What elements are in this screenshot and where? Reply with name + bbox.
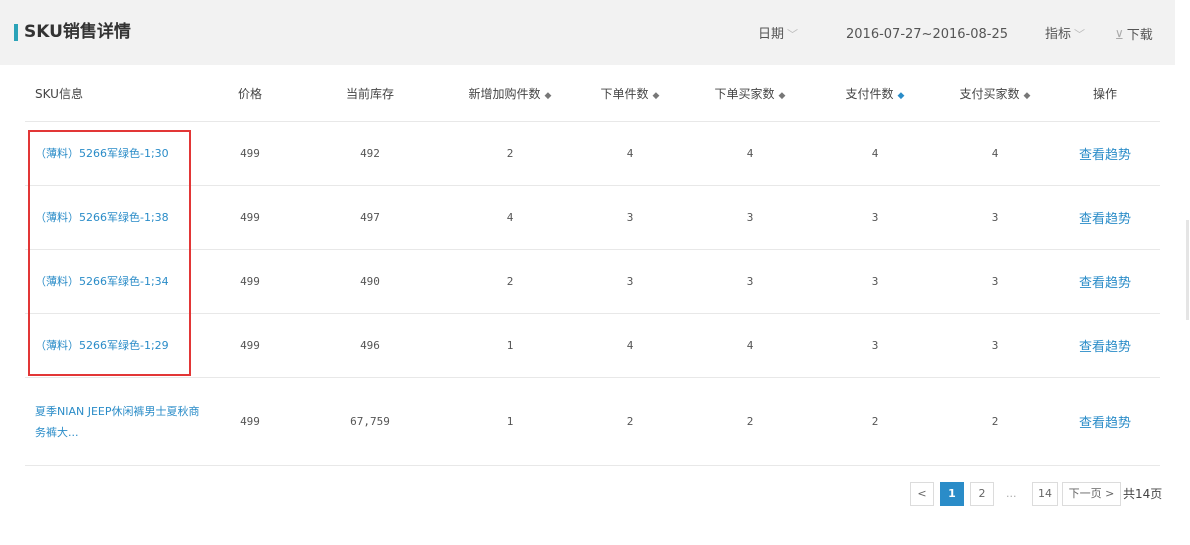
stock-cell: 67,759 xyxy=(290,377,450,466)
download-icon: ⊻ xyxy=(1115,28,1124,42)
order-items-cell: 4 xyxy=(570,313,690,378)
chevron-down-icon: ﹀ xyxy=(1074,28,1086,41)
paid-items-cell: 2 xyxy=(810,377,940,466)
paid-buyers-cell: 3 xyxy=(940,313,1050,378)
table-row: 夏季NIAN JEEP休闲裤男士夏秋商务裤大... 499 67,759 1 2… xyxy=(25,377,1160,466)
sort-active-icon[interactable]: ◆ xyxy=(898,91,905,101)
paid-items-cell: 3 xyxy=(810,313,940,378)
panel-header: SKU销售详情 日期 ﹀ 2016-07-27~2016-08-25 指标 ﹀ ⊻ 下… xyxy=(0,0,1175,65)
col-header-price: 价格 xyxy=(210,65,290,122)
page-2-button[interactable]: 2 xyxy=(970,482,994,506)
sort-icon[interactable]: ◆ xyxy=(1024,91,1031,101)
cart-adds-cell: 4 xyxy=(450,185,570,250)
paid-buyers-cell: 4 xyxy=(940,121,1050,186)
col-header-cart-adds[interactable]: 新增加购件数 ◆ xyxy=(450,65,570,122)
view-trend-link[interactable]: 查看趋势 xyxy=(1079,212,1131,227)
panel-title: SKU销售详情 xyxy=(24,22,131,42)
next-page-button[interactable]: 下一页 > xyxy=(1062,482,1121,506)
sku-table: SKU信息 价格 当前库存 新增加购件数 ◆ 下单件数 ◆ 下单买家数 ◆ 支付件数 ◆… xyxy=(25,65,1160,466)
page-ellipsis: ... xyxy=(1006,487,1017,500)
price-cell: 499 xyxy=(210,121,290,186)
view-trend-link[interactable]: 查看趋势 xyxy=(1079,416,1131,431)
indicator-dropdown[interactable]: 指标 ﹀ xyxy=(1045,25,1085,45)
table-row: （薄料）5266军绿色-1;38 499 497 4 3 3 3 3 查看趋势 xyxy=(25,185,1160,250)
order-items-cell: 3 xyxy=(570,249,690,314)
stock-cell: 492 xyxy=(290,121,450,186)
page-1-button[interactable]: 1 xyxy=(940,482,964,506)
sort-icon[interactable]: ◆ xyxy=(653,91,660,101)
order-items-cell: 3 xyxy=(570,185,690,250)
paid-buyers-cell: 3 xyxy=(940,249,1050,314)
cart-adds-cell: 2 xyxy=(450,121,570,186)
scrollbar[interactable] xyxy=(1175,0,1190,545)
col-header-action: 操作 xyxy=(1050,65,1160,122)
col-header-stock: 当前库存 xyxy=(290,65,450,122)
sort-icon[interactable]: ◆ xyxy=(779,91,786,101)
order-buyers-cell: 4 xyxy=(690,313,810,378)
col-header-order-buyers[interactable]: 下单买家数 ◆ xyxy=(690,65,810,122)
price-cell: 499 xyxy=(210,377,290,466)
table-row: （薄料）5266军绿色-1;34 499 490 2 3 3 3 3 查看趋势 xyxy=(25,249,1160,314)
price-cell: 499 xyxy=(210,185,290,250)
cart-adds-cell: 1 xyxy=(450,377,570,466)
paid-items-cell: 4 xyxy=(810,121,940,186)
paid-items-cell: 3 xyxy=(810,249,940,314)
paid-buyers-cell: 2 xyxy=(940,377,1050,466)
col-header-paid-buyers[interactable]: 支付买家数 ◆ xyxy=(940,65,1050,122)
download-label: 下载 xyxy=(1126,28,1153,43)
table-row: （薄料）5266军绿色-1;29 499 496 1 4 4 3 3 查看趋势 xyxy=(25,313,1160,378)
indicator-label: 指标 xyxy=(1045,27,1072,42)
view-trend-link[interactable]: 查看趋势 xyxy=(1079,148,1131,163)
stock-cell: 490 xyxy=(290,249,450,314)
cart-adds-cell: 1 xyxy=(450,313,570,378)
page-14-button[interactable]: 14 xyxy=(1032,482,1058,506)
sku-link[interactable]: 夏季NIAN JEEP休闲裤男士夏秋商务裤大... xyxy=(35,401,210,443)
page-total: 共14页 xyxy=(1123,487,1163,501)
view-trend-link[interactable]: 查看趋势 xyxy=(1079,340,1131,355)
date-range-display: 2016-07-27~2016-08-25 xyxy=(846,27,1008,42)
col-header-order-items[interactable]: 下单件数 ◆ xyxy=(570,65,690,122)
prev-page-button[interactable]: < xyxy=(910,482,934,506)
pagination: < 1 2 ... 14 下一页 > 共14页 xyxy=(0,482,1175,506)
order-buyers-cell: 2 xyxy=(690,377,810,466)
date-label: 日期 xyxy=(758,27,785,42)
view-trend-link[interactable]: 查看趋势 xyxy=(1079,276,1131,291)
price-cell: 499 xyxy=(210,313,290,378)
order-buyers-cell: 4 xyxy=(690,121,810,186)
price-cell: 499 xyxy=(210,249,290,314)
title-accent-bar xyxy=(14,24,18,41)
table-header-row: SKU信息 价格 当前库存 新增加购件数 ◆ 下单件数 ◆ 下单买家数 ◆ 支付件数 ◆… xyxy=(25,65,1160,122)
download-button[interactable]: ⊻ 下载 xyxy=(1115,25,1153,46)
highlight-annotation-box xyxy=(28,130,191,376)
stock-cell: 497 xyxy=(290,185,450,250)
date-dropdown[interactable]: 日期 ﹀ xyxy=(758,25,798,45)
order-buyers-cell: 3 xyxy=(690,185,810,250)
table-row: （薄料）5266军绿色-1;30 499 492 2 4 4 4 4 查看趋势 xyxy=(25,121,1160,186)
chevron-down-icon: ﹀ xyxy=(787,28,799,41)
col-header-sku: SKU信息 xyxy=(25,65,210,122)
order-buyers-cell: 3 xyxy=(690,249,810,314)
cart-adds-cell: 2 xyxy=(450,249,570,314)
sort-icon[interactable]: ◆ xyxy=(545,91,552,101)
stock-cell: 496 xyxy=(290,313,450,378)
paid-items-cell: 3 xyxy=(810,185,940,250)
scrollbar-thumb[interactable] xyxy=(1186,220,1189,320)
order-items-cell: 2 xyxy=(570,377,690,466)
col-header-paid-items[interactable]: 支付件数 ◆ xyxy=(810,65,940,122)
order-items-cell: 4 xyxy=(570,121,690,186)
paid-buyers-cell: 3 xyxy=(940,185,1050,250)
